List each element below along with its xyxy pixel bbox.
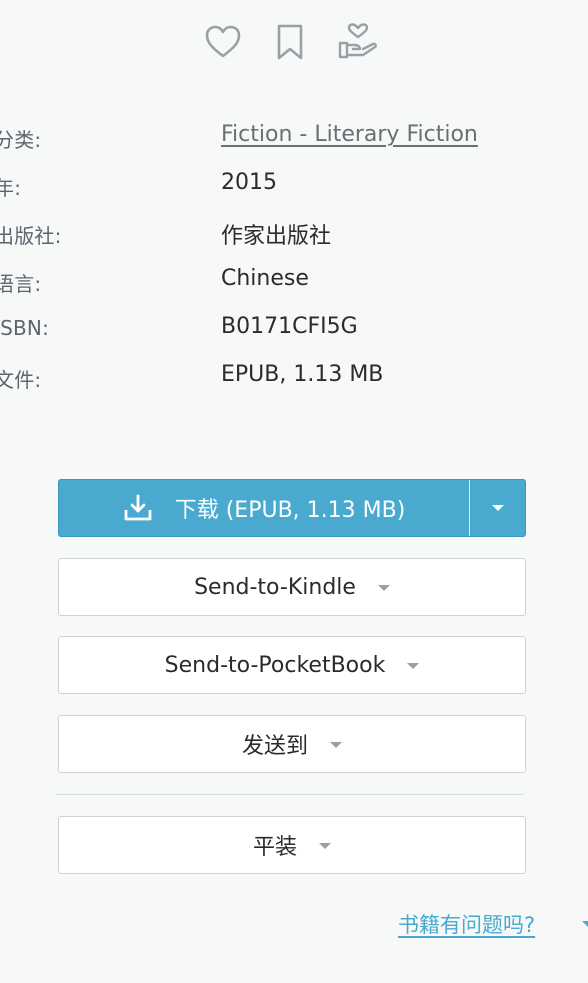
divider [55, 794, 523, 795]
isbn-label: ISBN: [0, 316, 50, 340]
report-problem-link[interactable]: 书籍有问题吗? [398, 909, 535, 939]
send-to-kindle-button[interactable]: Send-to-Kindle [58, 558, 526, 616]
favorite-button[interactable] [203, 22, 243, 62]
chevron-down-icon [319, 843, 331, 849]
category-link[interactable]: Fiction - Literary Fiction [221, 122, 478, 147]
year-value: 2015 [221, 170, 277, 195]
chevron-down-icon [407, 663, 420, 669]
download-label: 下载 (EPUB, 1.13 MB) [174, 498, 406, 523]
publisher-value: 作家出版社 [221, 224, 332, 249]
file-value: EPUB, 1.13 MB [221, 362, 384, 387]
isbn-value: B0171CFI5G [221, 314, 358, 339]
detail-row-language: 语言: Chinese [0, 262, 588, 310]
paperback-label: 平装 [252, 835, 297, 860]
chevron-down-icon [491, 505, 504, 511]
chevron-down-icon [377, 585, 390, 591]
detail-row-isbn: ISBN: B0171CFI5G [0, 310, 588, 358]
language-value: Chinese [221, 266, 309, 291]
download-button[interactable]: 下载 (EPUB, 1.13 MB) [59, 480, 469, 536]
publisher-label: 出版社: [0, 224, 62, 248]
file-label: 文件: [0, 368, 42, 392]
detail-row-publisher: 出版社: 作家出版社 [0, 214, 588, 262]
send-to-kindle-label: Send-to-Kindle [194, 574, 356, 600]
send-to-pocketbook-label: Send-to-PocketBook [164, 652, 386, 678]
chevron-down-icon [330, 742, 342, 748]
send-to-button[interactable]: 发送到 [58, 715, 526, 773]
category-label: 分类: [0, 128, 42, 152]
language-label: 语言: [0, 272, 42, 296]
book-action-bar [0, 22, 588, 64]
download-options-toggle[interactable] [470, 480, 525, 536]
detail-row-category: 分类: Fiction - Literary Fiction [0, 118, 588, 166]
donate-button[interactable] [338, 22, 378, 62]
download-icon [123, 494, 153, 522]
send-to-label: 发送到 [241, 734, 308, 759]
book-details: 分类: Fiction - Literary Fiction 年: 2015 出… [0, 118, 588, 406]
paperback-button[interactable]: 平装 [58, 816, 526, 874]
bookmark-icon [275, 24, 305, 60]
bookmark-button[interactable] [270, 22, 310, 62]
download-button-group: 下载 (EPUB, 1.13 MB) [58, 479, 526, 537]
hand-heart-icon [337, 23, 379, 61]
heart-icon [205, 25, 241, 59]
chevron-down-icon[interactable] [582, 921, 588, 927]
year-label: 年: [0, 176, 22, 200]
detail-row-file: 文件: EPUB, 1.13 MB [0, 358, 588, 406]
send-to-pocketbook-button[interactable]: Send-to-PocketBook [58, 636, 526, 694]
detail-row-year: 年: 2015 [0, 166, 588, 214]
